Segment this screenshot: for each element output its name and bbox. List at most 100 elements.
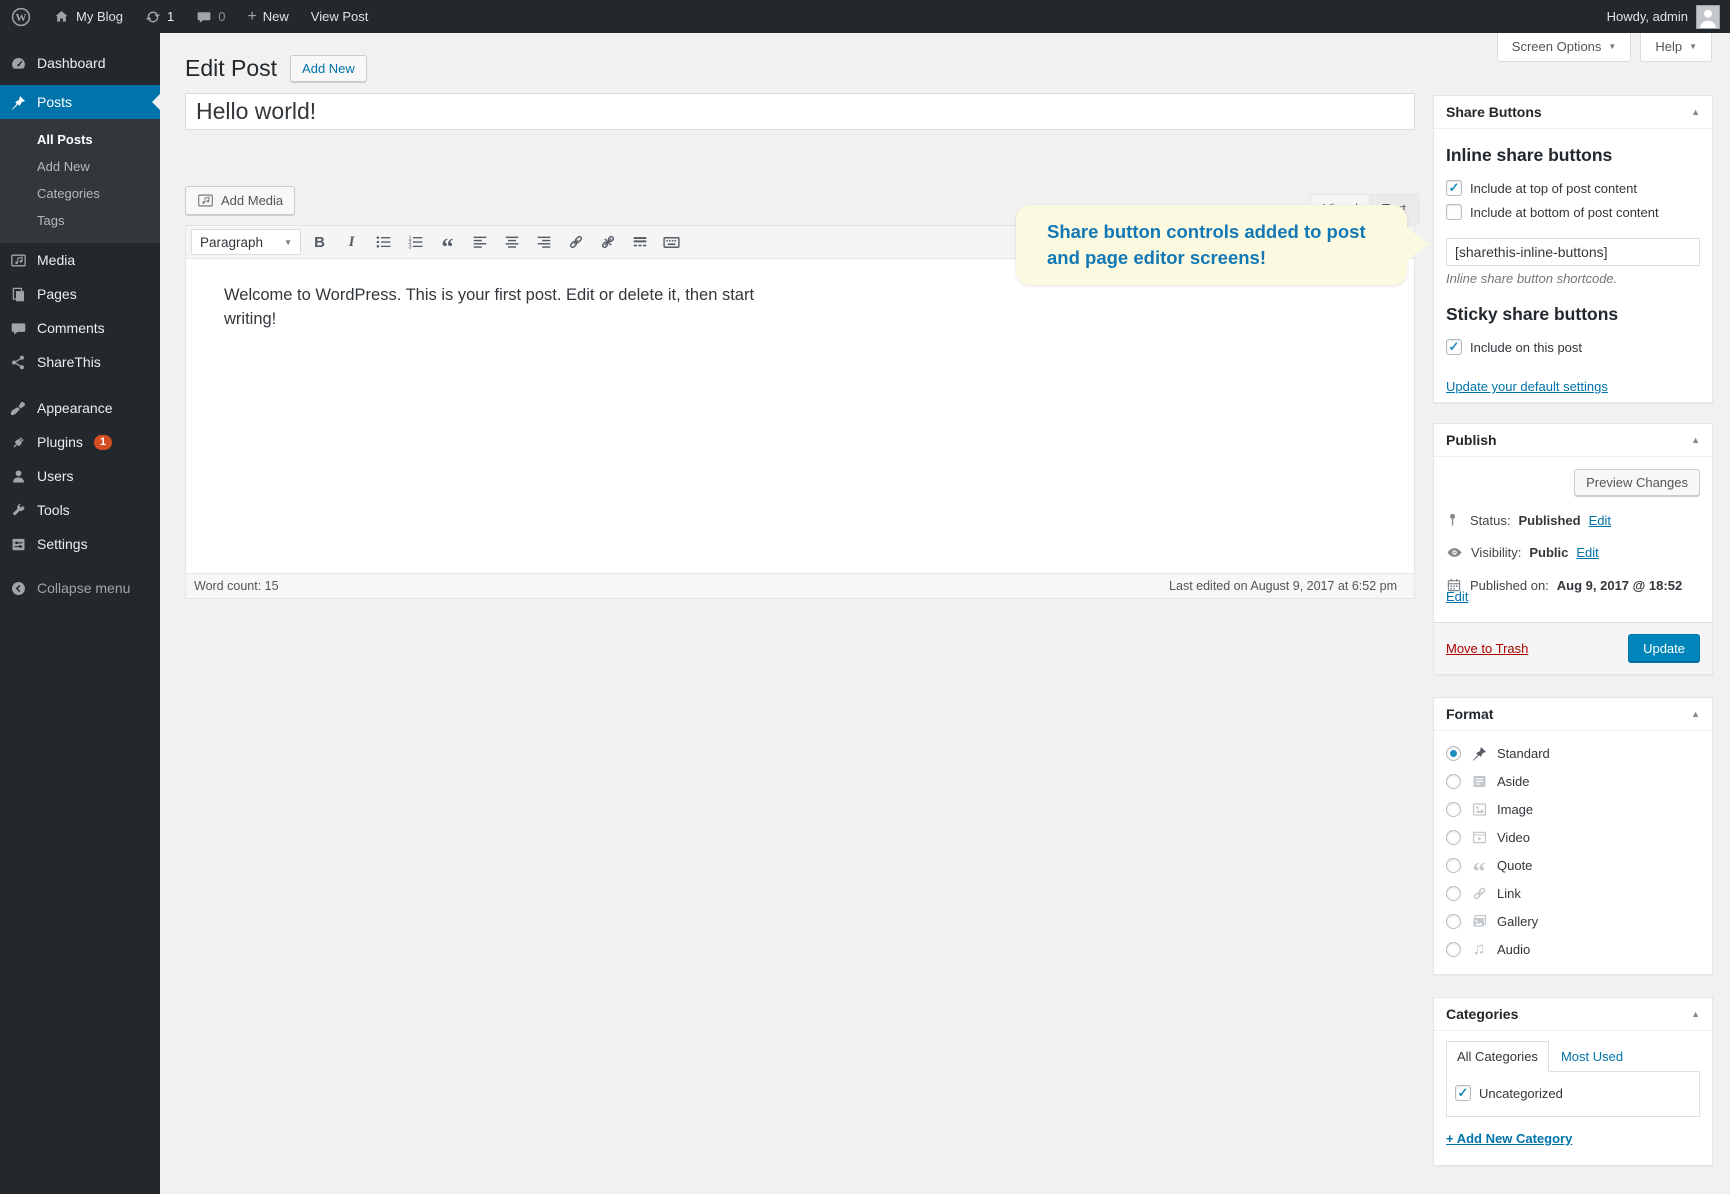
publish-panel: Publish ▲ Preview Changes Status: Publis… bbox=[1433, 423, 1713, 675]
numbered-list-button[interactable]: 123 bbox=[402, 230, 429, 255]
blockquote-button[interactable]: “ bbox=[434, 230, 461, 255]
align-left-button[interactable] bbox=[466, 230, 493, 255]
preview-changes-button[interactable]: Preview Changes bbox=[1574, 469, 1700, 496]
format-option-video[interactable]: Video bbox=[1446, 827, 1700, 847]
inline-shortcode-input[interactable] bbox=[1446, 238, 1700, 266]
radio-selected[interactable] bbox=[1446, 746, 1461, 761]
submenu-add-new[interactable]: Add New bbox=[0, 153, 160, 180]
radio-unselected[interactable] bbox=[1446, 886, 1461, 901]
align-right-button[interactable] bbox=[530, 230, 557, 255]
categories-panel-header[interactable]: Categories ▲ bbox=[1434, 998, 1712, 1031]
read-more-tag-button[interactable] bbox=[626, 230, 653, 255]
radio-unselected[interactable] bbox=[1446, 774, 1461, 789]
view-post-link[interactable]: View Post bbox=[300, 0, 380, 33]
sidebar-item-tools[interactable]: Tools bbox=[0, 493, 160, 527]
add-new-button[interactable]: Add New bbox=[290, 55, 367, 82]
radio-unselected[interactable] bbox=[1446, 802, 1461, 817]
update-button[interactable]: Update bbox=[1628, 634, 1700, 663]
include-bottom-checkbox-row[interactable]: Include at bottom of post content bbox=[1446, 204, 1700, 220]
plugin-icon bbox=[8, 432, 28, 452]
panel-toggle-icon[interactable]: ▲ bbox=[1691, 107, 1700, 117]
sidebar-item-settings[interactable]: Settings bbox=[0, 527, 160, 561]
avatar[interactable] bbox=[1696, 5, 1720, 29]
post-content-area[interactable]: Welcome to WordPress. This is your first… bbox=[186, 259, 1414, 574]
comments-menu[interactable]: 0 bbox=[185, 0, 236, 33]
edit-published-date-link[interactable]: Edit bbox=[1446, 589, 1468, 604]
move-to-trash-link[interactable]: Move to Trash bbox=[1446, 641, 1528, 656]
wordpress-logo-menu[interactable]: W bbox=[0, 0, 42, 33]
update-default-settings-link[interactable]: Update your default settings bbox=[1446, 379, 1608, 394]
align-center-button[interactable] bbox=[498, 230, 525, 255]
radio-unselected[interactable] bbox=[1446, 858, 1461, 873]
category-uncategorized-row[interactable]: ✓ Uncategorized bbox=[1455, 1085, 1691, 1101]
bullet-list-button[interactable] bbox=[370, 230, 397, 255]
radio-unselected[interactable] bbox=[1446, 914, 1461, 929]
updates-menu[interactable]: 1 bbox=[134, 0, 185, 33]
format-option-link[interactable]: Link bbox=[1446, 883, 1700, 903]
collapse-menu-button[interactable]: Collapse menu bbox=[0, 571, 160, 605]
edit-visibility-link[interactable]: Edit bbox=[1576, 545, 1598, 560]
format-option-aside[interactable]: Aside bbox=[1446, 771, 1700, 791]
bold-button[interactable]: B bbox=[306, 230, 333, 255]
remove-link-button[interactable] bbox=[594, 230, 621, 255]
toolbar-toggle-button[interactable] bbox=[658, 230, 685, 255]
sidebar-item-posts[interactable]: Posts bbox=[0, 85, 160, 119]
submenu-categories[interactable]: Categories bbox=[0, 180, 160, 207]
italic-button[interactable]: I bbox=[338, 230, 365, 255]
tab-all-categories[interactable]: All Categories bbox=[1446, 1041, 1549, 1072]
sidebar-item-comments[interactable]: Comments bbox=[0, 311, 160, 345]
update-icon bbox=[145, 9, 161, 25]
appearance-brush-icon bbox=[8, 398, 28, 418]
screen-options-button[interactable]: Screen Options ▼ bbox=[1497, 33, 1632, 62]
panel-toggle-icon[interactable]: ▲ bbox=[1691, 709, 1700, 719]
format-video-icon bbox=[1469, 829, 1489, 846]
edit-status-link[interactable]: Edit bbox=[1589, 513, 1611, 528]
submenu-all-posts[interactable]: All Posts bbox=[0, 126, 160, 153]
format-option-image[interactable]: Image bbox=[1446, 799, 1700, 819]
post-title-input[interactable] bbox=[185, 93, 1415, 130]
checkbox-checked-icon[interactable]: ✓ bbox=[1446, 180, 1462, 196]
sidebar-item-users[interactable]: Users bbox=[0, 459, 160, 493]
format-option-audio[interactable]: ♫ Audio bbox=[1446, 939, 1700, 959]
include-on-post-checkbox-row[interactable]: ✓ Include on this post bbox=[1446, 339, 1700, 355]
publish-actions: Move to Trash Update bbox=[1434, 622, 1712, 674]
paragraph-format-select[interactable]: Paragraph ▼ bbox=[191, 229, 301, 255]
format-option-gallery[interactable]: Gallery bbox=[1446, 911, 1700, 931]
word-count: Word count: 15 bbox=[194, 579, 279, 593]
comments-icon bbox=[8, 318, 28, 338]
radio-unselected[interactable] bbox=[1446, 830, 1461, 845]
share-buttons-panel-header[interactable]: Share Buttons ▲ bbox=[1434, 96, 1712, 129]
sidebar-item-dashboard[interactable]: Dashboard bbox=[0, 46, 160, 80]
add-new-category-link[interactable]: + Add New Category bbox=[1446, 1131, 1572, 1146]
howdy-text[interactable]: Howdy, admin bbox=[1607, 9, 1688, 24]
submenu-tags[interactable]: Tags bbox=[0, 207, 160, 234]
sticky-share-heading: Sticky share buttons bbox=[1446, 304, 1700, 325]
checkbox-unchecked-icon[interactable] bbox=[1446, 204, 1462, 220]
tab-most-used[interactable]: Most Used bbox=[1549, 1042, 1635, 1071]
format-option-standard[interactable]: Standard bbox=[1446, 743, 1700, 763]
include-top-checkbox-row[interactable]: ✓ Include at top of post content bbox=[1446, 180, 1700, 196]
new-content-menu[interactable]: + New bbox=[236, 0, 299, 33]
help-button[interactable]: Help ▼ bbox=[1640, 33, 1712, 62]
insert-link-button[interactable] bbox=[562, 230, 589, 255]
sidebar-item-plugins[interactable]: Plugins 1 bbox=[0, 425, 160, 459]
screen-meta-links: Screen Options ▼ Help ▼ bbox=[1497, 33, 1712, 62]
categories-tabs: All Categories Most Used bbox=[1446, 1041, 1700, 1071]
sidebar-item-media[interactable]: Media bbox=[0, 243, 160, 277]
publish-panel-header[interactable]: Publish ▲ bbox=[1434, 424, 1712, 457]
format-option-quote[interactable]: “ Quote bbox=[1446, 855, 1700, 875]
format-panel-header[interactable]: Format ▲ bbox=[1434, 698, 1712, 731]
quote-icon: “ bbox=[442, 244, 454, 252]
svg-text:W: W bbox=[16, 12, 27, 24]
panel-toggle-icon[interactable]: ▲ bbox=[1691, 1009, 1700, 1019]
site-name-menu[interactable]: My Blog bbox=[42, 0, 134, 33]
sidebar-item-sharethis[interactable]: ShareThis bbox=[0, 345, 160, 379]
checkbox-checked-icon[interactable]: ✓ bbox=[1446, 339, 1462, 355]
add-media-button[interactable]: Add Media bbox=[185, 186, 295, 215]
sidebar-item-appearance[interactable]: Appearance bbox=[0, 391, 160, 425]
sidebar-item-pages[interactable]: Pages bbox=[0, 277, 160, 311]
format-gallery-icon bbox=[1469, 913, 1489, 930]
radio-unselected[interactable] bbox=[1446, 942, 1461, 957]
checkbox-checked-icon[interactable]: ✓ bbox=[1455, 1085, 1471, 1101]
panel-toggle-icon[interactable]: ▲ bbox=[1691, 435, 1700, 445]
